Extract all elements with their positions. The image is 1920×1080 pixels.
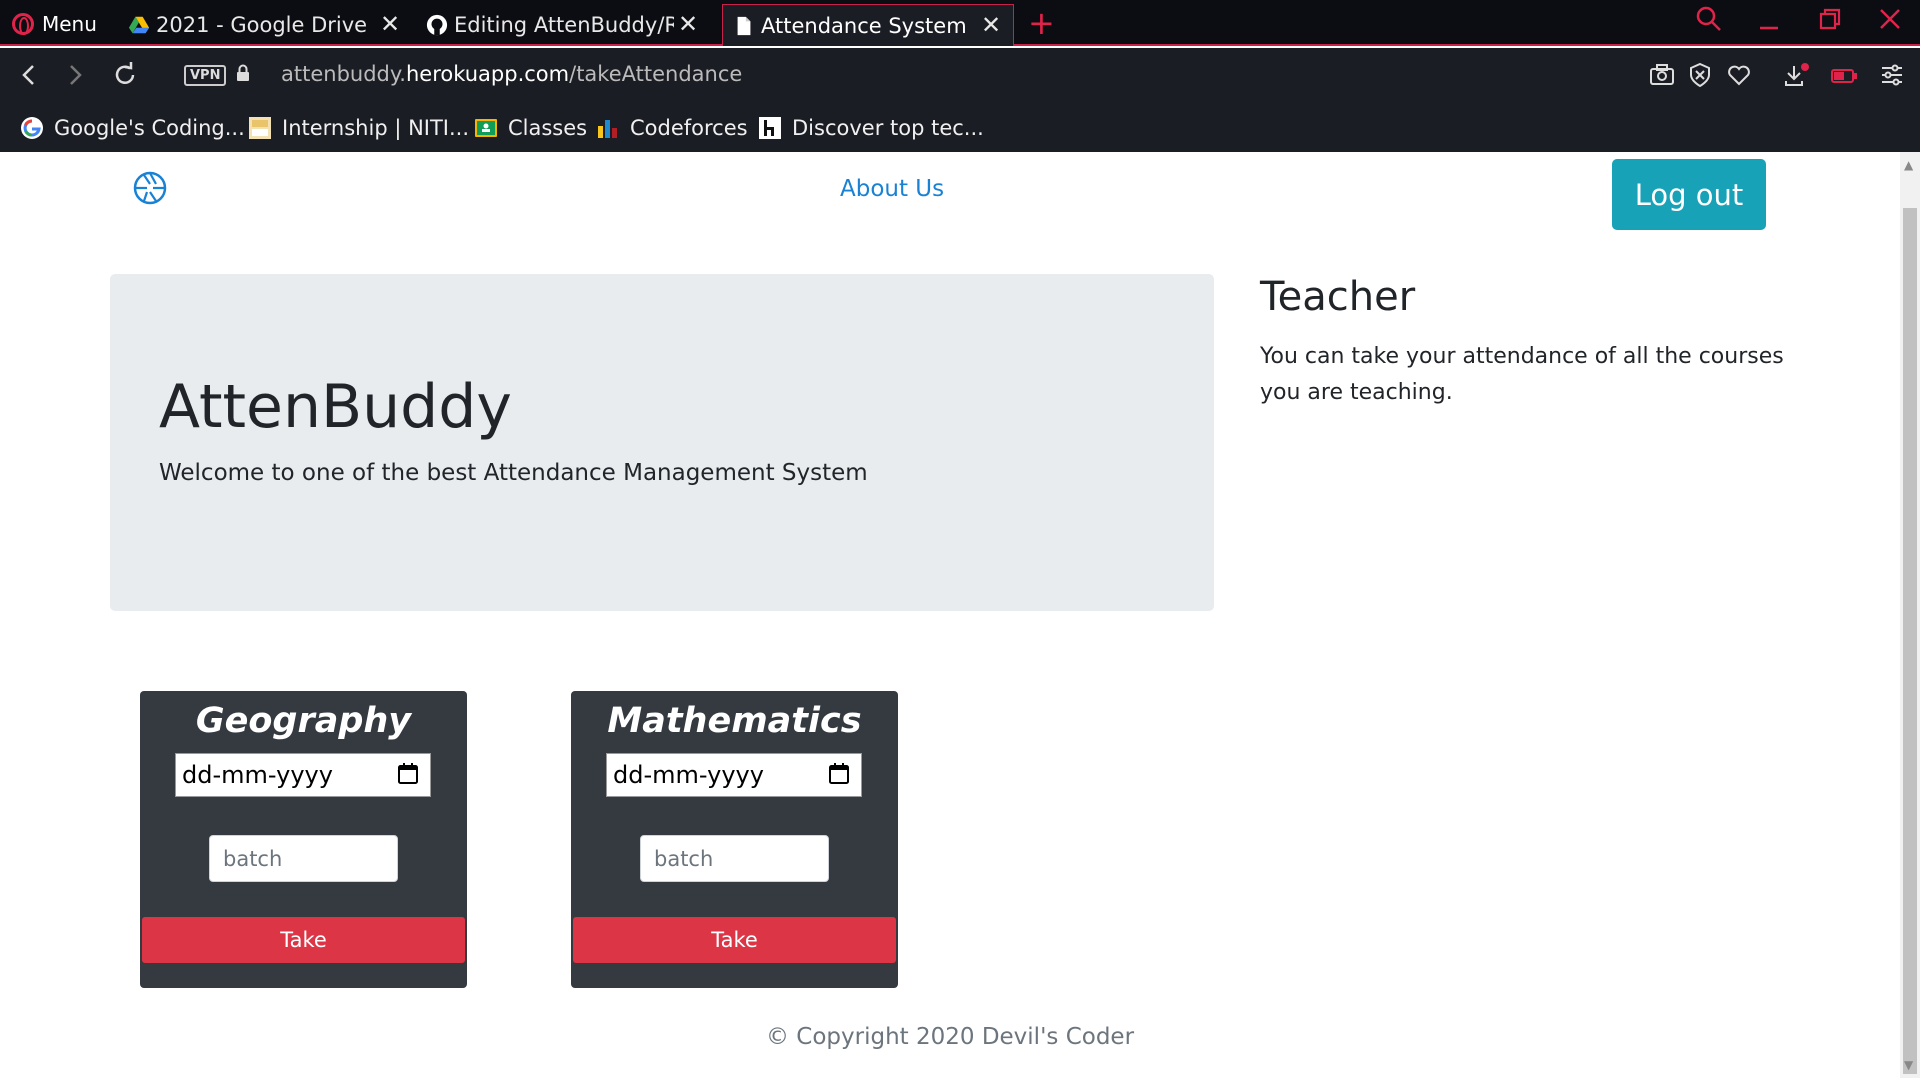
battery-saver-icon[interactable] — [1830, 62, 1858, 90]
take-attendance-button[interactable]: Take — [142, 917, 465, 963]
document-icon — [737, 16, 751, 35]
calendar-icon[interactable] — [396, 762, 420, 786]
easy-setup-icon[interactable] — [1878, 62, 1906, 90]
bookmark-label: Google's Coding... — [54, 116, 245, 140]
tab-title: Editing AttenBuddy/README — [454, 13, 674, 37]
course-card-mathematics: Mathematics dd-mm-yyyy batch Take — [571, 691, 898, 988]
bookmark-classes[interactable]: Classes — [474, 114, 587, 142]
github-icon — [426, 14, 448, 36]
page-content: About Us Log out AttenBuddy Welcome to o… — [0, 152, 1900, 1078]
page-title: AttenBuddy — [159, 372, 512, 442]
teacher-description: You can take your attendance of all the … — [1260, 344, 1784, 405]
date-placeholder: dd-mm-yyyy — [613, 761, 764, 789]
vpn-badge[interactable]: VPN — [184, 65, 227, 86]
bookmark-discover-tech[interactable]: Discover top tec... — [758, 114, 984, 142]
close-window-icon[interactable] — [1878, 6, 1902, 40]
camera-icon[interactable] — [1648, 62, 1676, 90]
back-icon[interactable] — [14, 60, 44, 90]
bookmark-label: Codeforces — [630, 116, 748, 140]
lock-icon[interactable] — [236, 64, 250, 82]
date-input[interactable]: dd-mm-yyyy — [606, 753, 862, 797]
scroll-up-icon[interactable]: ▲ — [1904, 158, 1913, 172]
bookmark-label: Internship | NITI... — [282, 116, 470, 140]
footer-copyright: © Copyright 2020 Devil's Coder — [765, 1024, 1135, 1050]
tab-title: 2021 - Google Drive — [156, 13, 368, 37]
url-field[interactable]: attenbuddy.herokuapp.com/takeAttendance — [281, 62, 742, 86]
google-drive-icon — [128, 16, 150, 34]
url-host-main: herokuapp.com — [405, 62, 570, 86]
take-attendance-button[interactable]: Take — [573, 917, 896, 963]
camera-aperture-logo-icon[interactable] — [132, 170, 168, 206]
bookmarks-bar: Google's Coding... Internship | NITI... … — [0, 104, 1920, 152]
course-title: Geography — [195, 701, 412, 741]
bookmark-internship[interactable]: Internship | NITI... — [248, 114, 469, 142]
google-icon — [21, 117, 43, 139]
codeforces-icon — [598, 120, 617, 138]
course-card-geography: Geography dd-mm-yyyy batch Take — [140, 691, 467, 988]
close-icon[interactable]: ✕ — [378, 12, 402, 36]
course-title: Mathematics — [607, 701, 862, 741]
url-host-prefix: attenbuddy. — [281, 62, 406, 86]
about-us-link[interactable]: About Us — [840, 176, 944, 202]
scroll-down-icon[interactable]: ▼ — [1904, 1058, 1913, 1072]
bookmark-google-coding[interactable]: Google's Coding... — [20, 114, 245, 142]
calendar-icon[interactable] — [827, 762, 851, 786]
close-icon[interactable]: ✕ — [979, 13, 1003, 37]
page-scrollbar[interactable]: ▲ ▼ — [1900, 152, 1920, 1078]
reload-icon[interactable] — [110, 60, 140, 90]
tab-title: Attendance System — [761, 13, 967, 38]
search-icon[interactable] — [1696, 6, 1722, 40]
tab-attendance-system[interactable]: Attendance System ✕ — [722, 4, 1014, 46]
close-icon[interactable]: ✕ — [676, 12, 700, 36]
opera-logo-icon — [12, 13, 34, 35]
bookmark-label: Classes — [508, 116, 588, 140]
forward-icon[interactable] — [60, 60, 90, 90]
page-subtitle: Welcome to one of the best Attendance Ma… — [159, 460, 868, 486]
batch-input[interactable]: batch — [209, 835, 398, 882]
batch-input[interactable]: batch — [640, 835, 829, 882]
heart-icon[interactable] — [1725, 62, 1753, 90]
hashnode-favicon-icon — [759, 117, 781, 139]
restore-window-icon[interactable] — [1818, 6, 1842, 40]
download-icon[interactable] — [1782, 62, 1810, 90]
date-input[interactable]: dd-mm-yyyy — [175, 753, 431, 797]
logout-button[interactable]: Log out — [1612, 159, 1766, 230]
browser-tab-bar: Menu 2021 - Google Drive ✕ Editing Atten… — [0, 0, 1920, 46]
google-classroom-icon — [475, 119, 497, 137]
tab-github-editing[interactable]: Editing AttenBuddy/README ✕ — [426, 4, 710, 46]
minimize-window-icon[interactable] — [1758, 6, 1780, 40]
internship-favicon-icon — [249, 117, 271, 139]
scrollbar-thumb[interactable] — [1903, 208, 1917, 1074]
tab-google-drive[interactable]: 2021 - Google Drive ✕ — [128, 4, 412, 46]
bookmark-codeforces[interactable]: Codeforces — [596, 114, 748, 142]
teacher-heading: Teacher — [1260, 274, 1416, 320]
bookmark-label: Discover top tec... — [792, 116, 984, 140]
address-bar: VPN attenbuddy.herokuapp.com/takeAttenda… — [0, 48, 1920, 104]
new-tab-button[interactable]: + — [1028, 7, 1055, 39]
menu-label: Menu — [42, 12, 97, 36]
jumbotron: AttenBuddy Welcome to one of the best At… — [110, 274, 1214, 611]
date-placeholder: dd-mm-yyyy — [182, 761, 333, 789]
browser-menu-button[interactable]: Menu — [12, 10, 97, 38]
url-path: /takeAttendance — [569, 62, 743, 86]
shield-icon[interactable] — [1686, 62, 1714, 90]
